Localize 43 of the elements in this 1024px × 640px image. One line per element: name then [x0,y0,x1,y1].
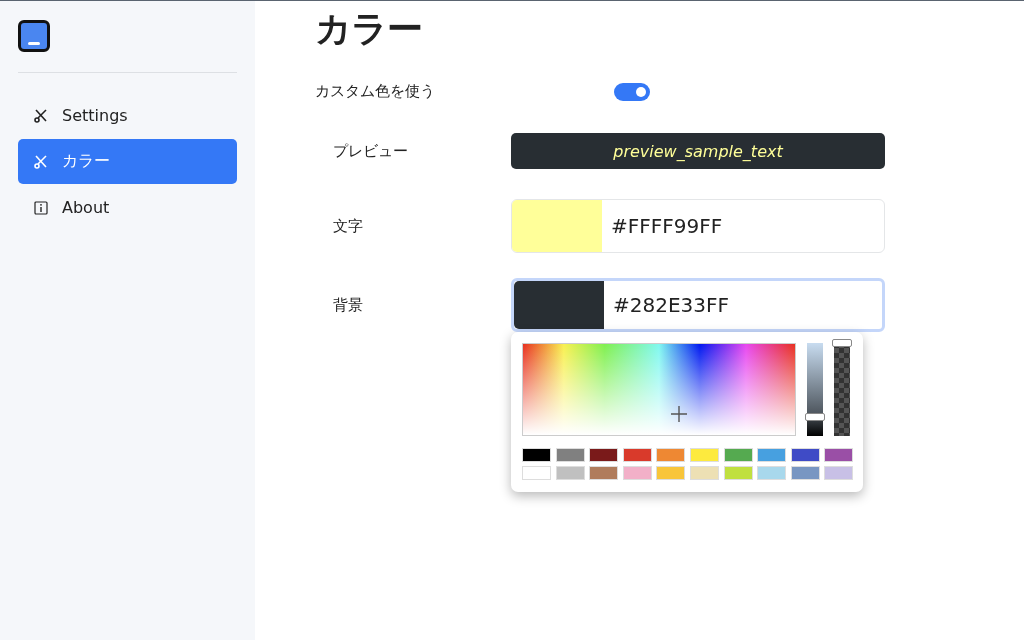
crosshair-icon [671,406,687,422]
color-swatch[interactable] [656,448,686,462]
color-swatch[interactable] [723,466,753,480]
color-swatch[interactable] [589,448,619,462]
field-label: 背景 [332,295,364,315]
color-chip[interactable] [512,200,602,252]
color-swatch[interactable] [656,466,686,480]
color-swatch[interactable] [689,466,719,480]
color-input-field[interactable]: #282E33FF [511,278,885,332]
info-icon [34,200,48,215]
color-spectrum[interactable] [522,343,796,436]
slider-thumb[interactable] [805,413,825,422]
color-swatch[interactable] [757,448,787,462]
color-swatch[interactable] [689,448,719,462]
color-swatch[interactable] [622,466,652,480]
color-swatch[interactable] [589,466,619,480]
brightness-slider[interactable] [807,343,823,436]
tools-icon [34,154,48,169]
color-input-field[interactable]: #FFFF99FF [511,199,885,253]
slider-thumb[interactable] [832,339,852,347]
color-swatch[interactable] [522,466,551,480]
color-swatch[interactable] [555,448,585,462]
color-chip[interactable] [514,281,604,329]
color-swatch[interactable] [824,448,854,462]
color-swatch[interactable] [522,448,551,462]
sidebar-item[interactable]: Settings [18,93,237,138]
color-swatch[interactable] [723,448,753,462]
color-swatch[interactable] [790,448,820,462]
app-logo-icon [18,20,50,52]
color-swatch[interactable] [622,448,652,462]
color-swatch[interactable] [757,466,787,480]
sidebar-item[interactable]: カラー [18,139,237,184]
color-swatch[interactable] [824,466,854,480]
preview-label: プレビュー [332,141,409,161]
sidebar-item[interactable]: About [18,185,237,230]
toggle-label: カスタム色を使う [315,82,435,101]
color-swatch[interactable] [790,466,820,480]
page-title: カラー [315,7,423,51]
field-label: 文字 [332,216,364,236]
preview-text: preview_sample_text [511,133,885,169]
color-swatch[interactable] [555,466,585,480]
toggle-switch[interactable] [614,82,650,101]
tools-icon [34,108,48,123]
